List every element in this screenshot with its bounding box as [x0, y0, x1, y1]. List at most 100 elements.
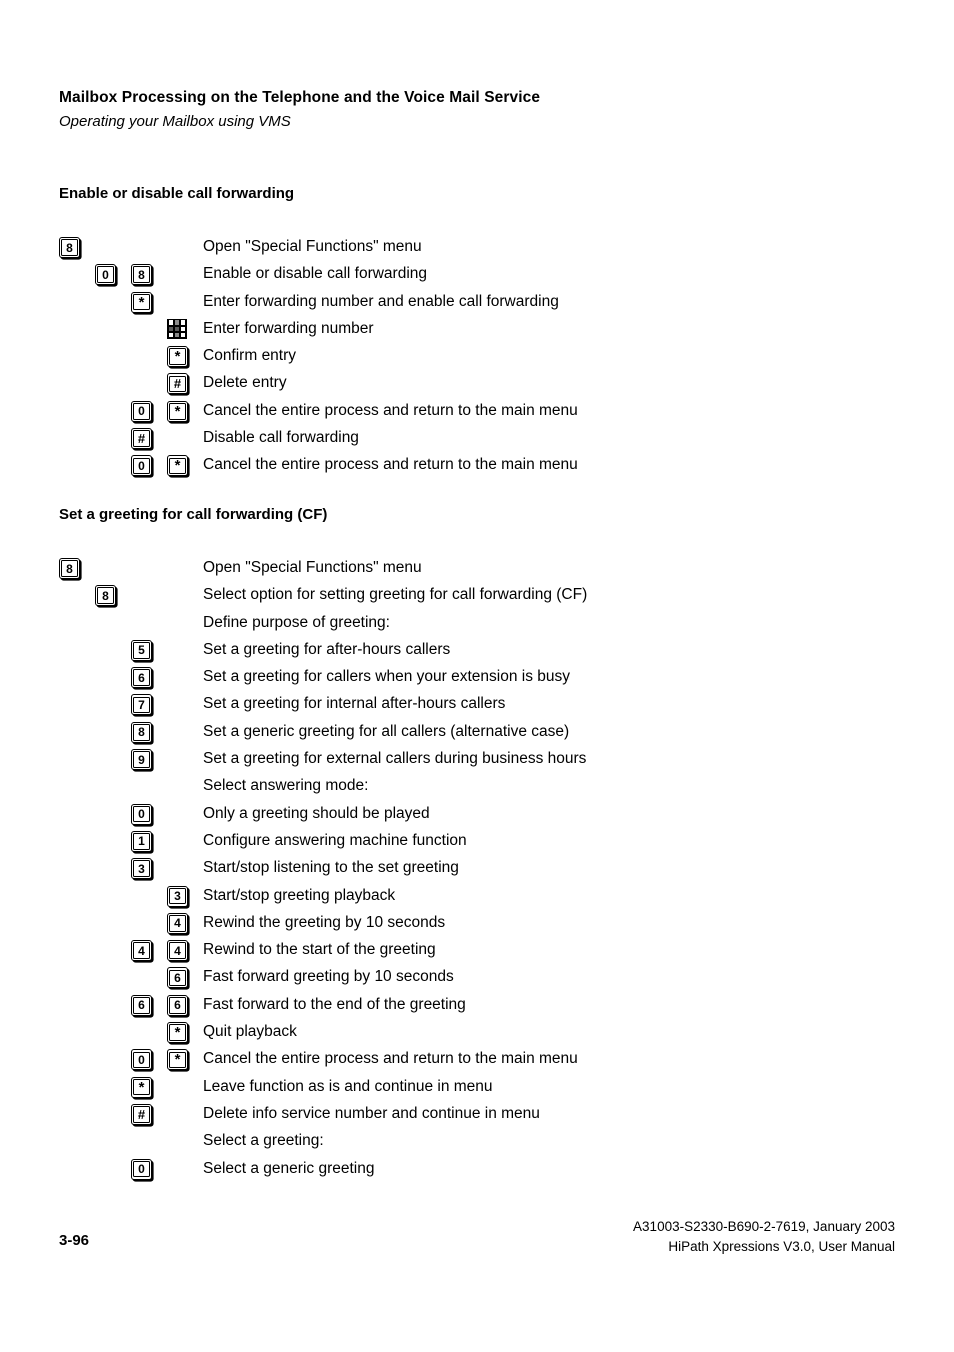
phone-key-3-icon: 3	[167, 885, 189, 908]
header-title: Mailbox Processing on the Telephone and …	[59, 89, 541, 106]
key-body: 9	[131, 749, 152, 771]
procedure-row: * Confirm entry	[0, 345, 954, 372]
procedure-row: Define purpose of greeting:	[0, 612, 954, 639]
procedure-row: 8 Open "Special Functions" menu	[0, 236, 954, 263]
procedure-row-description: Delete info service number and continue …	[203, 1104, 540, 1122]
key-glyph: 6	[138, 670, 145, 685]
key-glyph: 1	[138, 834, 145, 849]
key-glyph: 0	[138, 1052, 145, 1067]
procedure-row-description: Disable call forwarding	[203, 429, 359, 447]
footer-document-info: A31003-S2330-B690-2-7619, January 2003 H…	[633, 1217, 895, 1257]
key-glyph: 4	[174, 916, 181, 931]
key-glyph: 0	[138, 1162, 145, 1177]
procedure-row: 6 Fast forward greeting by 10 seconds	[0, 966, 954, 993]
procedure-row-description: Define purpose of greeting:	[203, 613, 390, 631]
key-glyph: *	[174, 402, 181, 420]
procedure-row-description: Set a greeting for internal after-hours …	[203, 695, 506, 713]
procedure-row: 0 * Cancel the entire process and return t…	[0, 400, 954, 427]
key-glyph: 8	[66, 240, 73, 255]
page-header: Mailbox Processing on the Telephone and …	[59, 88, 899, 132]
phone-key-star-icon: *	[167, 346, 189, 368]
key-body: #	[131, 428, 152, 450]
key-body: 3	[167, 885, 188, 907]
procedure-row: 8 Set a generic greeting for all callers …	[0, 721, 954, 748]
page-footer: 3-96 A31003-S2330-B690-2-7619, January 2…	[0, 1208, 954, 1268]
key-body: 4	[167, 912, 188, 934]
key-body: 4	[167, 940, 188, 962]
procedure-row-description: Cancel the entire process and return to …	[203, 401, 578, 419]
key-glyph: *	[138, 1078, 145, 1096]
phone-key-star-icon: *	[167, 400, 189, 423]
key-body: #	[131, 1103, 152, 1125]
phone-key-star-icon: *	[167, 455, 189, 477]
key-body: 1	[131, 830, 152, 852]
footer-product: HiPath Xpressions V3.0, User Manual	[668, 1239, 895, 1254]
phone-key-6-icon: 6	[167, 994, 189, 1017]
procedure-row-description: Confirm entry	[203, 347, 297, 365]
key-body: 0	[131, 803, 152, 825]
key-body: 8	[131, 721, 152, 743]
key-body: 8	[131, 264, 152, 286]
phone-key-4-icon: 4	[167, 912, 189, 935]
procedure-row: 3 Start/stop listening to the set greetin…	[0, 857, 954, 884]
phone-key-6-icon: 6	[131, 994, 153, 1017]
phone-key-star-icon: *	[167, 1049, 189, 1071]
keypad-grid	[167, 318, 187, 339]
procedure-row: 0 Select a generic greeting	[0, 1158, 954, 1185]
footer-doc-id: A31003-S2330-B690-2-7619, January 2003	[633, 1219, 895, 1234]
procedure-row: * Enter forwarding number and enable call…	[0, 291, 954, 318]
phone-key-8-icon: 8	[131, 264, 153, 286]
key-glyph: 7	[138, 697, 145, 712]
key-glyph: 3	[138, 861, 145, 876]
procedure-row-description: Set a greeting for after-hours callers	[203, 640, 451, 658]
key-glyph: 6	[174, 970, 181, 985]
key-body: 0	[95, 264, 116, 286]
procedure-row-description: Set a generic greeting for all callers (…	[203, 722, 570, 740]
procedure-row-description: Enable or disable call forwarding	[203, 265, 428, 283]
procedure-row-description: Select a greeting:	[203, 1132, 324, 1150]
phone-key-star-icon: *	[131, 291, 153, 314]
key-glyph: #	[137, 1106, 146, 1122]
procedure-row-description: Quit playback	[203, 1023, 297, 1041]
key-glyph: 8	[66, 561, 73, 576]
procedure-row: # Delete entry	[0, 372, 954, 399]
key-glyph: 6	[138, 998, 145, 1013]
section-heading-enable-disable-call-forwarding: Enable or disable call forwarding	[59, 185, 295, 202]
key-body: *	[131, 291, 152, 313]
phone-key-8-icon: 8	[59, 558, 81, 580]
procedure-row-description: Leave function as is and continue in men…	[203, 1077, 493, 1095]
procedure-row: Enter forwarding number	[0, 318, 954, 345]
procedure-row-description: Start/stop greeting playback	[203, 886, 396, 904]
key-body: 6	[131, 667, 152, 689]
phone-key-8-icon: 8	[59, 237, 81, 259]
key-body: 0	[131, 400, 152, 422]
key-glyph: 0	[102, 267, 109, 282]
procedure-row-description: Select answering mode:	[203, 777, 369, 795]
phone-key-6-icon: 6	[131, 667, 153, 689]
key-body: 8	[59, 237, 80, 258]
key-body: 0	[131, 1049, 152, 1071]
key-body: *	[167, 346, 188, 368]
key-body: 3	[131, 858, 152, 880]
procedure-list-enable-disable-call-forwarding: 8 Open "Special Functions" menu 0 8 Enable o…	[0, 236, 954, 482]
key-glyph: 0	[138, 458, 145, 473]
procedure-row-description: Only a greeting should be played	[203, 804, 430, 822]
key-body: 6	[167, 967, 188, 989]
procedure-row: 8 Open "Special Functions" menu	[0, 557, 954, 584]
key-glyph: 8	[138, 267, 145, 282]
key-glyph: 3	[174, 889, 181, 904]
key-glyph: *	[174, 1024, 181, 1042]
phone-key-star-icon: *	[131, 1076, 153, 1099]
phone-key-6-icon: 6	[167, 967, 189, 989]
procedure-row-description: Enter forwarding number and enable call …	[203, 292, 559, 310]
phone-key-0-icon: 0	[131, 1049, 153, 1071]
phone-key-0-icon: 0	[131, 400, 153, 423]
phone-key-4-icon: 4	[167, 940, 189, 962]
procedure-row-description: Delete entry	[203, 374, 287, 392]
phone-key-5-icon: 5	[131, 639, 153, 662]
procedure-row: * Leave function as is and continue in me…	[0, 1076, 954, 1103]
key-body: 8	[59, 558, 80, 579]
phone-key-hash-icon: #	[167, 373, 189, 395]
procedure-row-description: Open "Special Functions" menu	[203, 238, 422, 255]
key-body: 4	[131, 940, 152, 962]
